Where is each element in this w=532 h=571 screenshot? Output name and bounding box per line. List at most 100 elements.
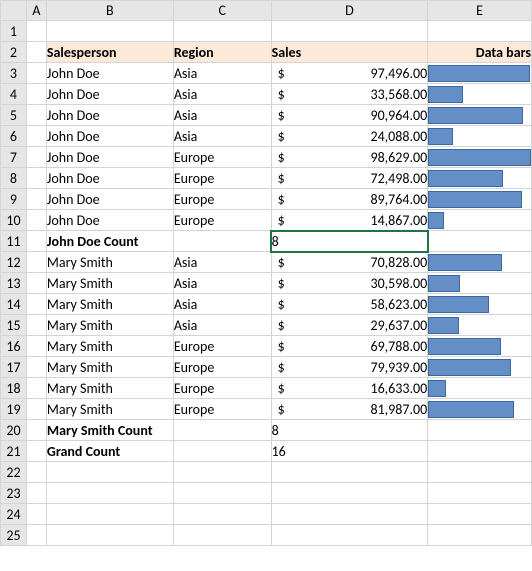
spreadsheet-grid[interactable]: A B C D E 12 SalespersonRegionSalesData b…: [0, 0, 532, 546]
row-header-13[interactable]: 13: [1, 273, 27, 294]
cell-sales[interactable]: $29,637.00: [271, 315, 428, 336]
cell-databar[interactable]: [428, 84, 532, 105]
cell-sales[interactable]: $24,088.00: [271, 126, 428, 147]
cell-databar[interactable]: [428, 399, 532, 420]
row-header-10[interactable]: 10: [1, 210, 27, 231]
cell-databar[interactable]: [428, 294, 532, 315]
cell-empty[interactable]: [173, 231, 271, 252]
cell-databar[interactable]: [428, 189, 532, 210]
row-header-7[interactable]: 7: [1, 147, 27, 168]
header-salesperson[interactable]: Salesperson: [46, 42, 173, 63]
cell-empty[interactable]: [173, 441, 271, 462]
row-header-16[interactable]: 16: [1, 336, 27, 357]
cell-databar[interactable]: [428, 63, 532, 84]
cell-person[interactable]: John Doe: [46, 168, 173, 189]
cell-databar[interactable]: [428, 357, 532, 378]
cell-sales[interactable]: $58,623.00: [271, 294, 428, 315]
row-header-9[interactable]: 9: [1, 189, 27, 210]
cell-person[interactable]: John Doe: [46, 63, 173, 84]
col-header-C[interactable]: C: [173, 1, 271, 21]
cell-empty[interactable]: [428, 441, 532, 462]
cell-person[interactable]: Mary Smith: [46, 294, 173, 315]
cell-sales[interactable]: $90,964.00: [271, 105, 428, 126]
cell-region[interactable]: Europe: [173, 399, 271, 420]
cell-databar[interactable]: [428, 147, 532, 168]
cell-databar[interactable]: [428, 252, 532, 273]
cell-person[interactable]: John Doe: [46, 147, 173, 168]
row-header-17[interactable]: 17: [1, 357, 27, 378]
header-databars[interactable]: Data bars: [428, 42, 532, 63]
row-header-1[interactable]: 1: [1, 21, 27, 42]
cell-person[interactable]: John Doe: [46, 189, 173, 210]
cell-region[interactable]: Europe: [173, 189, 271, 210]
cell-subtotal-count[interactable]: 16: [271, 441, 428, 462]
cell-person[interactable]: Mary Smith: [46, 336, 173, 357]
cell-region[interactable]: Asia: [173, 84, 271, 105]
cell-region[interactable]: Europe: [173, 378, 271, 399]
row-header-14[interactable]: 14: [1, 294, 27, 315]
row-header-25[interactable]: 25: [1, 525, 27, 546]
cell-region[interactable]: Asia: [173, 105, 271, 126]
cell-sales[interactable]: $89,764.00: [271, 189, 428, 210]
cell-sales[interactable]: $69,788.00: [271, 336, 428, 357]
row-header-21[interactable]: 21: [1, 441, 27, 462]
cell-databar[interactable]: [428, 315, 532, 336]
cell-region[interactable]: Europe: [173, 336, 271, 357]
cell-subtotal-count[interactable]: 8: [271, 231, 428, 252]
cell-databar[interactable]: [428, 168, 532, 189]
row-header-2[interactable]: 2: [1, 42, 27, 63]
cell-databar[interactable]: [428, 273, 532, 294]
cell-person[interactable]: John Doe: [46, 84, 173, 105]
col-header-B[interactable]: B: [46, 1, 173, 21]
row-header-19[interactable]: 19: [1, 399, 27, 420]
cell-region[interactable]: Asia: [173, 126, 271, 147]
cell-empty[interactable]: [173, 420, 271, 441]
cell-person[interactable]: Mary Smith: [46, 399, 173, 420]
cell-subtotal-label[interactable]: John Doe Count: [46, 231, 173, 252]
cell-person[interactable]: Mary Smith: [46, 252, 173, 273]
cell-databar[interactable]: [428, 126, 532, 147]
col-header-A[interactable]: A: [26, 1, 46, 21]
header-region[interactable]: Region: [173, 42, 271, 63]
header-sales[interactable]: Sales: [271, 42, 428, 63]
cell-sales[interactable]: $30,598.00: [271, 273, 428, 294]
row-header-15[interactable]: 15: [1, 315, 27, 336]
cell-empty[interactable]: [428, 231, 532, 252]
cell-sales[interactable]: $70,828.00: [271, 252, 428, 273]
cell-sales[interactable]: $98,629.00: [271, 147, 428, 168]
cell-databar[interactable]: [428, 105, 532, 126]
cell-region[interactable]: Asia: [173, 315, 271, 336]
col-header-E[interactable]: E: [428, 1, 532, 21]
row-header-11[interactable]: 11: [1, 231, 27, 252]
select-all-corner[interactable]: [1, 1, 27, 21]
cell-region[interactable]: Asia: [173, 273, 271, 294]
row-header-3[interactable]: 3: [1, 63, 27, 84]
cell-person[interactable]: John Doe: [46, 210, 173, 231]
cell-region[interactable]: Asia: [173, 294, 271, 315]
row-header-5[interactable]: 5: [1, 105, 27, 126]
cell-person[interactable]: Mary Smith: [46, 273, 173, 294]
row-header-18[interactable]: 18: [1, 378, 27, 399]
row-header-22[interactable]: 22: [1, 462, 27, 483]
cell-subtotal-label[interactable]: Grand Count: [46, 441, 173, 462]
cell-person[interactable]: Mary Smith: [46, 357, 173, 378]
row-header-23[interactable]: 23: [1, 483, 27, 504]
cell-subtotal-label[interactable]: Mary Smith Count: [46, 420, 173, 441]
cell-sales[interactable]: $14,867.00: [271, 210, 428, 231]
cell-region[interactable]: Asia: [173, 252, 271, 273]
cell-person[interactable]: Mary Smith: [46, 378, 173, 399]
row-header-20[interactable]: 20: [1, 420, 27, 441]
cell-region[interactable]: Europe: [173, 210, 271, 231]
row-header-24[interactable]: 24: [1, 504, 27, 525]
cell-person[interactable]: Mary Smith: [46, 315, 173, 336]
cell-sales[interactable]: $97,496.00: [271, 63, 428, 84]
row-header-4[interactable]: 4: [1, 84, 27, 105]
row-header-8[interactable]: 8: [1, 168, 27, 189]
col-header-D[interactable]: D: [271, 1, 428, 21]
cell-sales[interactable]: $79,939.00: [271, 357, 428, 378]
cell-person[interactable]: John Doe: [46, 105, 173, 126]
cell-databar[interactable]: [428, 336, 532, 357]
row-header-12[interactable]: 12: [1, 252, 27, 273]
cell-region[interactable]: Asia: [173, 63, 271, 84]
cell-databar[interactable]: [428, 378, 532, 399]
